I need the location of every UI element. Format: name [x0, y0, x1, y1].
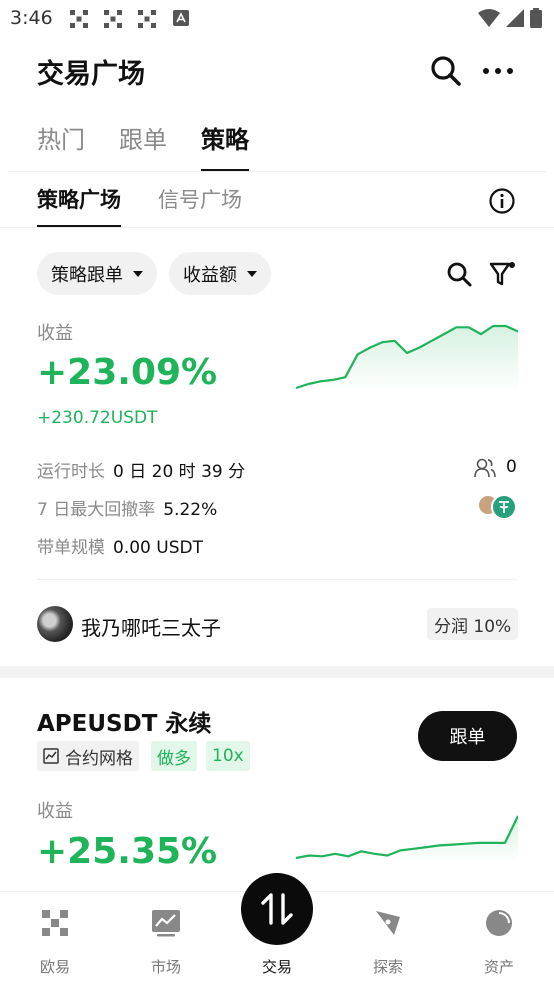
trade-button[interactable] [241, 873, 313, 945]
tab-copy-trading[interactable]: 跟单 [119, 120, 167, 172]
status-time: 3:46 [10, 7, 53, 29]
followers-icon [474, 458, 496, 478]
drawdown-label: 7 日最大回撤率 [37, 500, 156, 520]
grid-chart-icon [43, 748, 59, 764]
nav-assets[interactable]: 资产 [459, 892, 539, 984]
more-icon[interactable] [481, 54, 515, 88]
status-bar: 3:46 [0, 0, 554, 38]
page-title: 交易广场 [37, 59, 145, 90]
okx-notification-icon [70, 10, 88, 28]
app-notification-icon [173, 10, 189, 26]
strategy-title[interactable]: APEUSDT 永续 [37, 704, 211, 738]
nav-label: 交易 [261, 958, 292, 976]
nav-label: 资产 [483, 958, 514, 976]
sort-dropdown[interactable]: 收益额 [169, 252, 271, 295]
sort-label: 收益额 [183, 264, 237, 286]
profit-label: 收益 [37, 323, 73, 344]
sub-tabs: 策略广场 信号广场 [37, 184, 279, 228]
caret-down-icon [247, 270, 257, 277]
wifi-icon [478, 9, 500, 27]
profit-percentage: +25.35% [37, 831, 218, 872]
aum-label: 带单规模 [37, 538, 105, 558]
nav-label: 欧易 [39, 958, 70, 976]
tab-hot[interactable]: 热门 [37, 120, 85, 172]
author-name[interactable]: 我乃哪吒三太子 [81, 612, 221, 641]
runtime-value: 0 日 20 时 39 分 [113, 462, 246, 482]
runtime-label: 运行时长 [37, 462, 105, 482]
follow-button[interactable]: 跟单 [418, 711, 517, 761]
aum-value: 0.00 USDT [113, 538, 203, 558]
caret-down-icon [133, 270, 143, 277]
explore-icon [376, 911, 400, 935]
okx-notification-icon [138, 10, 156, 28]
profit-label: 收益 [37, 801, 73, 822]
profit-share-badge: 分润 10% [427, 608, 519, 640]
signal-icon [506, 9, 524, 27]
sparkline-area [296, 326, 518, 392]
author-avatar[interactable] [37, 606, 73, 642]
strategy-type-label: 策略跟单 [51, 264, 123, 286]
card-separator [0, 666, 554, 678]
profit-percentage: +23.09% [37, 352, 218, 393]
tab-strategy[interactable]: 策略 [201, 120, 249, 172]
okx-logo-icon [42, 910, 68, 936]
profit-amount: +230.72USDT [37, 408, 158, 428]
nav-market[interactable]: 市场 [126, 892, 206, 984]
runtime-row: 运行时长 0 日 20 时 39 分 [37, 457, 245, 482]
usdt-coin-icon [491, 494, 517, 520]
divider [37, 579, 517, 580]
tab-strategy-square[interactable]: 策略广场 [37, 184, 121, 228]
search-icon[interactable] [429, 54, 463, 88]
profit-sparkline [296, 324, 518, 392]
main-tabs: 热门 跟单 策略 [37, 120, 283, 172]
drawdown-value: 5.22% [163, 500, 218, 520]
contract-grid-label: 合约网格 [65, 748, 133, 769]
followers-count: 0 [506, 457, 517, 477]
nav-label: 探索 [372, 958, 403, 976]
nav-okx[interactable]: 欧易 [15, 892, 95, 984]
nav-label: 市场 [150, 958, 181, 976]
info-icon[interactable] [488, 187, 516, 215]
divider [0, 227, 554, 228]
divider [8, 171, 546, 172]
drawdown-row: 7 日最大回撤率 5.22% [37, 495, 217, 520]
trade-icon [261, 893, 293, 925]
nav-explore[interactable]: 探索 [348, 892, 428, 984]
profit-sparkline [296, 815, 518, 862]
assets-pie-icon [486, 910, 512, 936]
long-tag: 做多 [151, 741, 197, 771]
tab-signal-square[interactable]: 信号广场 [158, 184, 242, 228]
market-chart-icon [152, 910, 180, 937]
filter-icon[interactable] [489, 260, 517, 288]
battery-icon [530, 8, 542, 28]
leverage-tag: 10x [206, 741, 250, 771]
aum-row: 带单规模 0.00 USDT [37, 533, 203, 558]
search-icon[interactable] [445, 260, 473, 288]
strategy-type-dropdown[interactable]: 策略跟单 [37, 252, 157, 295]
contract-grid-tag: 合约网格 [37, 741, 139, 771]
okx-notification-icon [104, 10, 122, 28]
